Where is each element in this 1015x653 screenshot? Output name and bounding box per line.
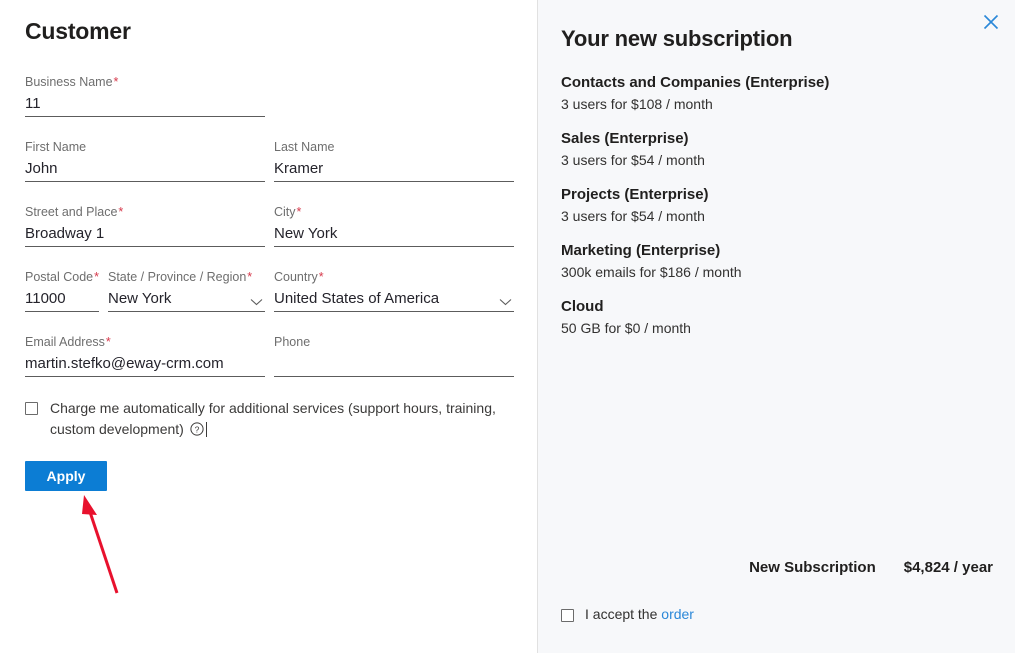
field-label: Postal Code* <box>25 270 99 284</box>
list-item: Sales (Enterprise) 3 users for $54 / mon… <box>561 128 991 171</box>
field-label: Phone <box>274 335 311 349</box>
field-label: Country* <box>274 270 324 284</box>
field-underline <box>25 116 265 117</box>
charge-automatically-checkbox[interactable] <box>25 402 38 415</box>
required-marker: * <box>318 270 324 284</box>
field-email-address[interactable]: Email Address* martin.stefko@eway-crm.co… <box>25 335 265 377</box>
field-value[interactable]: New York <box>274 220 514 246</box>
field-value[interactable]: martin.stefko@eway-crm.com <box>25 350 265 376</box>
apply-button[interactable]: Apply <box>25 461 107 491</box>
required-marker: * <box>113 75 119 89</box>
svg-text:?: ? <box>194 424 199 434</box>
item-name: Sales (Enterprise) <box>561 130 689 147</box>
field-city[interactable]: City* New York <box>274 205 514 247</box>
item-detail: 3 users for $54 / month <box>561 152 705 168</box>
item-detail: 3 users for $108 / month <box>561 96 713 112</box>
field-country[interactable]: Country* United States of America <box>274 270 514 312</box>
text-cursor <box>205 422 207 437</box>
item-detail: 3 users for $54 / month <box>561 208 705 224</box>
field-street-and-place[interactable]: Street and Place* Broadway 1 <box>25 205 265 247</box>
order-link[interactable]: order <box>661 606 694 622</box>
accept-order-label: I accept the order <box>585 605 694 622</box>
page-title: Customer <box>25 18 131 44</box>
subscription-summary-panel: Your new subscription Contacts and Compa… <box>538 0 1015 653</box>
field-postal-code[interactable]: Postal Code* 11000 <box>25 270 99 312</box>
item-name: Contacts and Companies (Enterprise) <box>561 74 830 91</box>
chevron-down-icon[interactable] <box>250 298 263 306</box>
list-item: Contacts and Companies (Enterprise) 3 us… <box>561 72 991 115</box>
field-underline <box>25 246 265 247</box>
item-detail: 300k emails for $186 / month <box>561 264 742 280</box>
list-item: Projects (Enterprise) 3 users for $54 / … <box>561 184 991 227</box>
field-state-province-region[interactable]: State / Province / Region* New York <box>108 270 265 312</box>
item-name: Projects (Enterprise) <box>561 186 709 203</box>
close-icon[interactable] <box>980 11 1002 33</box>
charge-automatically-label: Charge me automatically for additional s… <box>50 398 512 442</box>
accept-order-row: I accept the order <box>561 605 694 622</box>
field-underline <box>25 311 99 312</box>
list-item: Cloud 50 GB for $0 / month <box>561 296 991 339</box>
field-underline <box>25 181 265 182</box>
item-name: Cloud <box>561 298 604 315</box>
field-underline <box>274 181 514 182</box>
field-underline <box>25 376 265 377</box>
field-value[interactable] <box>274 350 514 376</box>
field-label: Last Name <box>274 140 335 154</box>
total-row: New Subscription $4,824 / year <box>749 559 993 576</box>
field-value[interactable]: Kramer <box>274 155 514 181</box>
total-value: $4,824 / year <box>903 559 993 576</box>
chevron-down-icon[interactable] <box>499 298 512 306</box>
charge-automatically-row: Charge me automatically for additional s… <box>25 398 515 442</box>
field-value[interactable]: 11 <box>25 90 265 116</box>
list-item: Marketing (Enterprise) 300k emails for $… <box>561 240 991 283</box>
field-label: City* <box>274 205 302 219</box>
field-phone[interactable]: Phone <box>274 335 514 377</box>
field-label: Email Address* <box>25 335 111 349</box>
summary-title: Your new subscription <box>561 26 793 51</box>
required-marker: * <box>94 270 99 284</box>
annotation-arrow <box>82 495 119 594</box>
item-detail: 50 GB for $0 / month <box>561 320 691 336</box>
field-first-name[interactable]: First Name John <box>25 140 265 182</box>
required-marker: * <box>247 270 253 284</box>
field-value[interactable]: United States of America <box>274 285 514 311</box>
required-marker: * <box>296 205 302 219</box>
field-label: State / Province / Region* <box>108 270 253 284</box>
field-label: Street and Place* <box>25 205 124 219</box>
field-label: Business Name* <box>25 75 119 89</box>
accept-order-checkbox[interactable] <box>561 609 574 622</box>
field-underline <box>274 376 514 377</box>
field-underline <box>108 311 265 312</box>
total-label: New Subscription <box>749 559 876 576</box>
field-label: First Name <box>25 140 87 154</box>
field-value[interactable]: Broadway 1 <box>25 220 265 246</box>
customer-form-panel: Customer Business Name* 11 First Name Jo… <box>0 0 537 653</box>
field-last-name[interactable]: Last Name Kramer <box>274 140 514 182</box>
required-marker: * <box>105 335 111 349</box>
item-name: Marketing (Enterprise) <box>561 242 721 259</box>
subscription-items-list: Contacts and Companies (Enterprise) 3 us… <box>561 72 991 352</box>
required-marker: * <box>118 205 124 219</box>
field-business-name[interactable]: Business Name* 11 <box>25 75 265 117</box>
field-underline <box>274 246 514 247</box>
field-value[interactable]: John <box>25 155 265 181</box>
field-value[interactable]: New York <box>108 285 265 311</box>
field-underline <box>274 311 514 312</box>
question-circle-icon[interactable]: ? <box>190 421 204 442</box>
field-value[interactable]: 11000 <box>25 285 99 311</box>
